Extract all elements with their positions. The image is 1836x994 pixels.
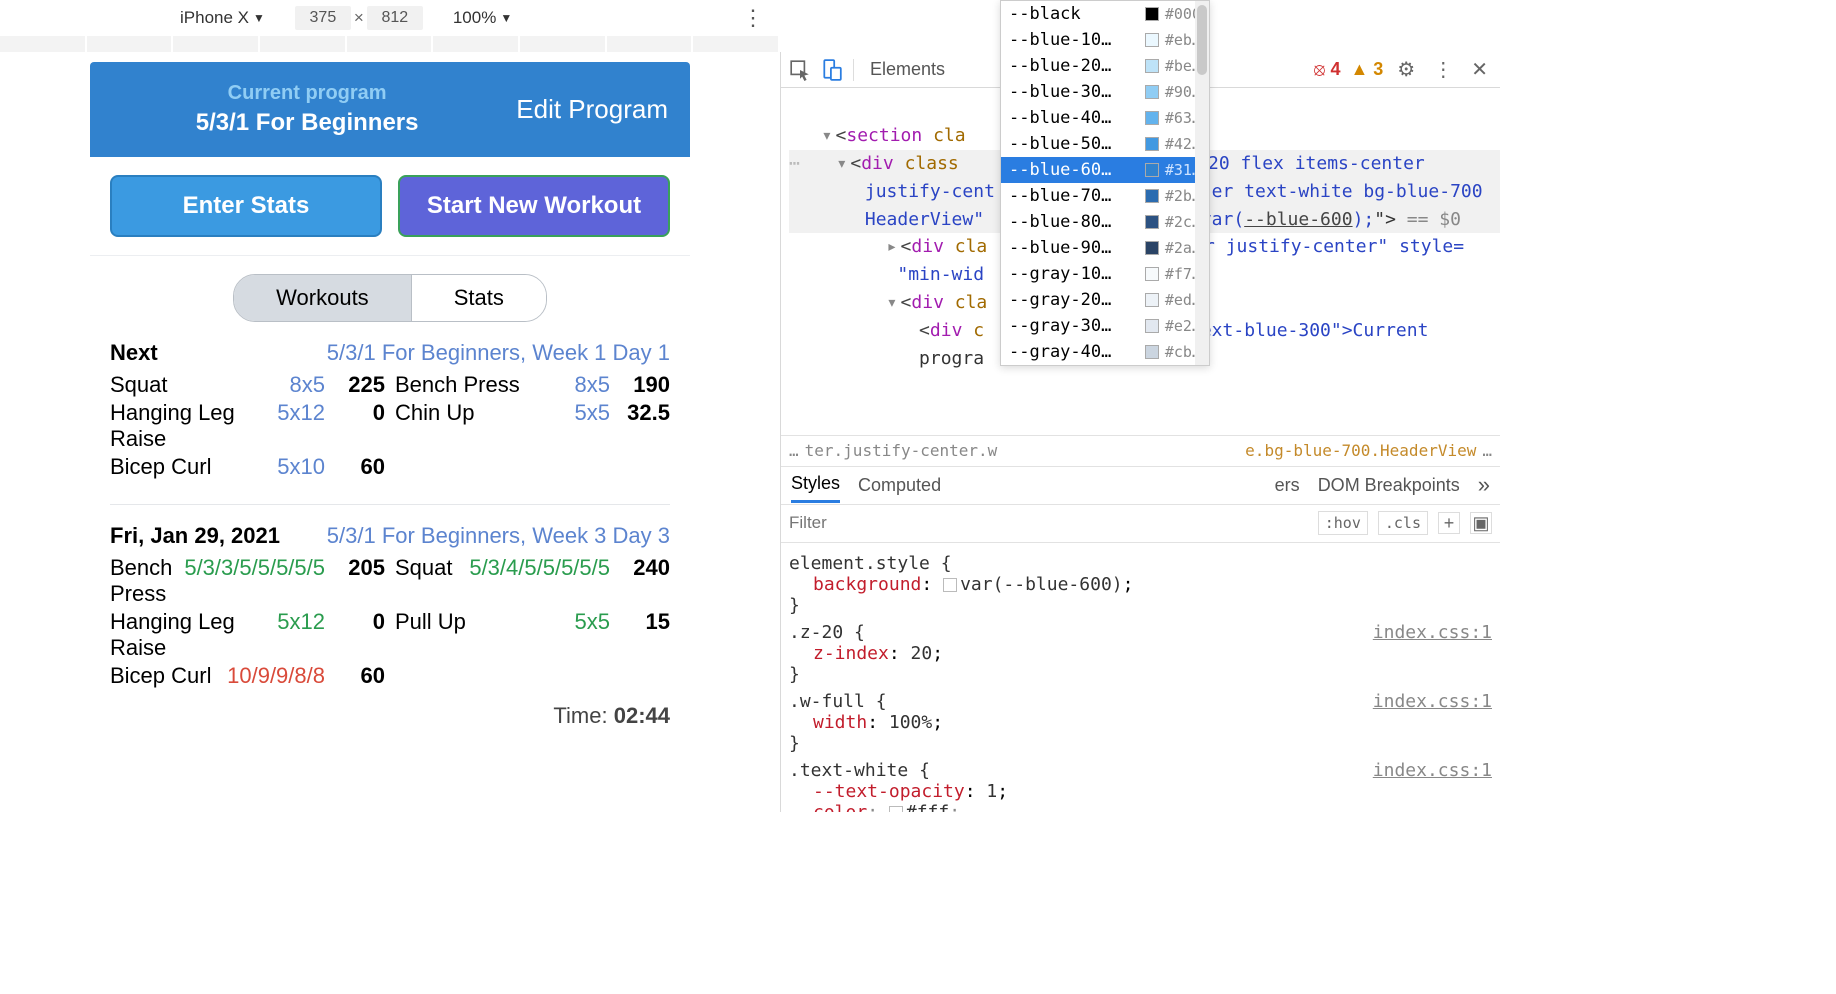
autocomplete-option[interactable]: --blue-50…#42…: [1001, 131, 1209, 157]
autocomplete-option[interactable]: --blue-20…#be…: [1001, 53, 1209, 79]
zoom-select[interactable]: 100% ▼: [453, 8, 512, 28]
exercise-row: Bicep Curl10/9/9/8/860: [110, 663, 385, 689]
autocomplete-option[interactable]: --blue-90…#2a…: [1001, 235, 1209, 261]
warning-count[interactable]: ▲ 3: [1350, 59, 1383, 80]
kebab-menu-icon[interactable]: ⋮: [1429, 57, 1457, 82]
emulator-surface: Current program 5/3/1 For Beginners Edit…: [0, 52, 780, 812]
styles-filter-row: :hov .cls + ▣: [781, 505, 1500, 543]
past-session: Fri, Jan 29, 2021 5/3/1 For Beginners, W…: [90, 515, 690, 703]
tab-dom-breakpoints[interactable]: DOM Breakpoints: [1318, 469, 1460, 502]
app-header: Current program 5/3/1 For Beginners Edit…: [90, 62, 690, 157]
toggle-sidebar-icon[interactable]: ▣: [1470, 512, 1492, 534]
autocomplete-option[interactable]: --blue-30…#90…: [1001, 79, 1209, 105]
close-icon[interactable]: ✕: [1467, 57, 1492, 82]
exercise-row: Squat8x5225: [110, 372, 385, 398]
autocomplete-option[interactable]: --gray-10…#f7…: [1001, 261, 1209, 287]
start-workout-button[interactable]: Start New Workout: [398, 175, 670, 237]
exercise-row: Hanging Leg Raise5x120: [110, 400, 385, 452]
styles-pane[interactable]: element.style { background: var(--blue-6…: [781, 543, 1500, 812]
exercise-row: Bicep Curl5x1060: [110, 454, 385, 480]
enter-stats-button[interactable]: Enter Stats: [110, 175, 382, 237]
device-name: iPhone X: [180, 8, 249, 28]
css-var-autocomplete[interactable]: --black#000--blue-10…#eb…--blue-20…#be…-…: [1000, 0, 1210, 366]
edit-program-link[interactable]: Edit Program: [516, 94, 668, 125]
autocomplete-option[interactable]: --blue-60…#31…: [1001, 157, 1209, 183]
styles-tabs: Styles Computed ers DOM Breakpoints »: [781, 467, 1500, 505]
styles-filter-input[interactable]: [789, 513, 939, 533]
autocomplete-option[interactable]: --blue-70…#2b…: [1001, 183, 1209, 209]
exercise-row: Hanging Leg Raise5x120: [110, 609, 385, 661]
current-program-label: Current program: [112, 82, 502, 105]
tab-workouts[interactable]: Workouts: [234, 275, 412, 321]
device-select[interactable]: iPhone X ▼: [180, 8, 265, 28]
toggle-device-icon[interactable]: [821, 59, 843, 81]
autocomplete-option[interactable]: --blue-40…#63…: [1001, 105, 1209, 131]
autocomplete-option[interactable]: --black#000: [1001, 1, 1209, 27]
exercise-row: Chin Up5x532.5: [395, 400, 670, 452]
tab-computed[interactable]: Computed: [858, 469, 941, 502]
tab-event-listeners[interactable]: ers: [1275, 469, 1300, 502]
next-meta: 5/3/1 For Beginners, Week 1 Day 1: [327, 340, 670, 366]
tab-styles[interactable]: Styles: [791, 467, 840, 503]
autocomplete-option[interactable]: --gray-30…#e2…: [1001, 313, 1209, 339]
chevron-down-icon: ▼: [500, 11, 512, 25]
source-link[interactable]: index.css:1: [1373, 622, 1492, 643]
source-link[interactable]: index.css:1: [1373, 760, 1492, 781]
dimension-x: ×: [354, 8, 364, 28]
device-toolbar: iPhone X ▼ × 100% ▼ ⋮: [0, 0, 780, 36]
next-session: Next 5/3/1 For Beginners, Week 1 Day 1 S…: [90, 332, 690, 494]
exercise-row: Squat5/3/4/5/5/5/5/5240: [395, 555, 670, 607]
exercise-row: Pull Up5x515: [395, 609, 670, 661]
cls-toggle[interactable]: .cls: [1378, 511, 1428, 535]
autocomplete-option[interactable]: --gray-20…#ed…: [1001, 287, 1209, 313]
zoom-value: 100%: [453, 8, 496, 28]
tab-stats[interactable]: Stats: [412, 275, 546, 321]
viewport-width-input[interactable]: [295, 6, 351, 30]
error-count[interactable]: ⦻ 4: [1314, 59, 1341, 80]
elements-breadcrumb[interactable]: … ter.justify-center.w e.bg-blue-700.Hea…: [781, 435, 1500, 467]
scrollbar-thumb[interactable]: [1197, 5, 1207, 75]
next-title: Next: [110, 340, 158, 366]
viewport-height-input[interactable]: [367, 6, 423, 30]
autocomplete-option[interactable]: --blue-10…#eb…: [1001, 27, 1209, 53]
chevron-down-icon: ▼: [253, 11, 265, 25]
new-rule-icon[interactable]: +: [1438, 512, 1460, 534]
tab-elements[interactable]: Elements: [864, 55, 951, 84]
source-link[interactable]: index.css:1: [1373, 691, 1492, 712]
program-name: 5/3/1 For Beginners: [112, 109, 502, 137]
time-line: Time: 02:44: [90, 703, 690, 735]
hov-toggle[interactable]: :hov: [1318, 511, 1368, 535]
autocomplete-option[interactable]: --gray-40…#cb…: [1001, 339, 1209, 365]
more-tabs-icon[interactable]: »: [1478, 472, 1490, 498]
exercise-row: Bench Press8x5190: [395, 372, 670, 398]
responsive-ruler: [0, 36, 780, 52]
exercise-row: Bench Press5/3/3/5/5/5/5/5205: [110, 555, 385, 607]
kebab-menu-icon[interactable]: ⋮: [742, 5, 764, 31]
autocomplete-option[interactable]: --blue-80…#2c…: [1001, 209, 1209, 235]
gear-icon[interactable]: ⚙: [1393, 57, 1419, 82]
past-title: Fri, Jan 29, 2021: [110, 523, 280, 549]
element-picker-icon[interactable]: [789, 59, 811, 81]
segment-control: Workouts Stats: [233, 274, 547, 322]
past-meta: 5/3/1 For Beginners, Week 3 Day 3: [327, 523, 670, 549]
phone-viewport: Current program 5/3/1 For Beginners Edit…: [90, 62, 690, 812]
